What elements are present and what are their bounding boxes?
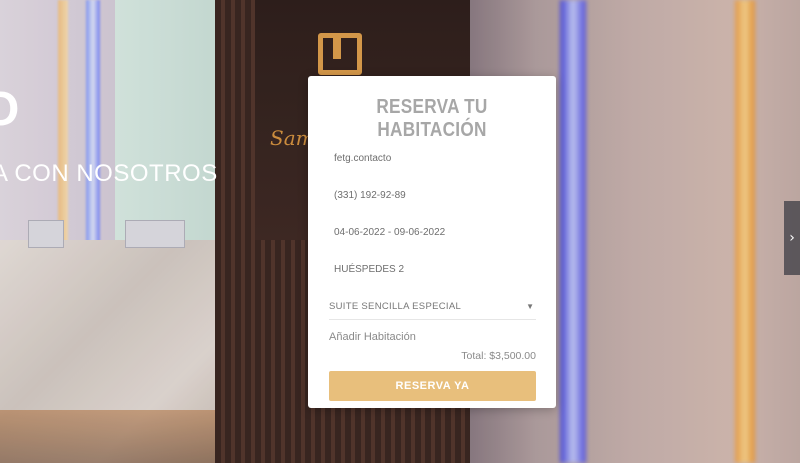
guests-field[interactable]: HUÉSPEDES 2 — [329, 256, 536, 282]
booking-card: RESERVA TU HABITACIÓN fetg.contacto (331… — [308, 76, 556, 408]
chevron-right-icon: › — [789, 230, 795, 246]
book-now-button[interactable]: RESERVA YA — [329, 371, 536, 401]
caret-down-icon: ▼ — [526, 301, 534, 311]
slider-next-button[interactable]: › — [784, 201, 800, 275]
add-room-link[interactable]: Añadir Habitación — [329, 331, 416, 343]
room-type-select[interactable]: SUITE SENCILLA ESPECIAL ▼ — [329, 293, 536, 320]
phone-field[interactable]: (331) 192-92-89 — [329, 182, 536, 208]
hero-title: O — [0, 83, 21, 136]
hero-subtitle: A CON NOSOTROS — [0, 160, 218, 187]
room-type-value: SUITE SENCILLA ESPECIAL — [329, 300, 462, 312]
total-price: Total: $3,500.00 — [461, 350, 536, 362]
date-range-field[interactable]: 04-06-2022 - 09-06-2022 — [329, 219, 536, 245]
booking-title: RESERVA TU HABITACIÓN — [376, 96, 488, 141]
contact-field[interactable]: fetg.contacto — [329, 145, 536, 171]
